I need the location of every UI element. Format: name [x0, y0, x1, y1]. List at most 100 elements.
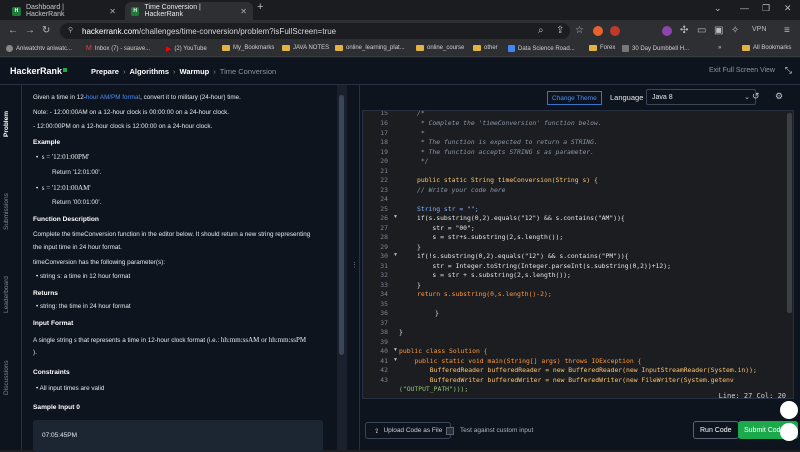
- code-line: s = str+s.substring(2,s.length());: [417, 233, 564, 241]
- fold-arrow-icon[interactable]: ▼: [393, 347, 398, 353]
- line-number: 38: [380, 328, 388, 336]
- bookmark-item[interactable]: 30 Day Dumbbell H...: [622, 45, 689, 52]
- bookmark-item[interactable]: online_course: [416, 45, 464, 51]
- fold-arrow-icon[interactable]: ▼: [393, 214, 398, 220]
- fold-arrow-icon[interactable]: ▼: [393, 357, 398, 363]
- site-info-icon[interactable]: ⚲: [68, 26, 73, 34]
- line-number: 24: [380, 195, 388, 203]
- run-code-button[interactable]: Run Code: [693, 421, 739, 439]
- pane-splitter[interactable]: ⋮: [347, 85, 360, 450]
- zoom-icon[interactable]: ⌕: [538, 25, 544, 36]
- tab-label: Dashboard | HackerRank: [25, 4, 65, 18]
- tab-search-icon[interactable]: ⌄: [714, 3, 722, 14]
- line-number: 26: [380, 214, 388, 222]
- bookmark-item[interactable]: other: [473, 45, 498, 51]
- close-tab-icon[interactable]: ✕: [240, 7, 247, 16]
- am-pm-link[interactable]: hour AM/PM format: [86, 94, 140, 101]
- breadcrumb-prepare[interactable]: Prepare: [91, 67, 119, 76]
- line-number: 33: [380, 280, 388, 289]
- line-number: 34: [380, 290, 388, 298]
- chevron-down-icon: ⌄: [744, 94, 750, 101]
- minimize-icon[interactable]: —: [740, 3, 749, 13]
- extensions-puzzle-icon[interactable]: ✣: [680, 25, 688, 36]
- bookmark-item[interactable]: JAVA NOTES: [282, 45, 329, 51]
- extension-icon[interactable]: [662, 26, 672, 36]
- hackerrank-favicon: H: [12, 6, 21, 16]
- line-number: 21: [380, 166, 388, 175]
- code-line: return s.substring(0,s.length()-2);: [417, 290, 552, 298]
- all-bookmarks-button[interactable]: All Bookmarks: [742, 45, 791, 51]
- tab-submissions[interactable]: Submissions: [3, 193, 10, 230]
- browser-tab-dashboard[interactable]: H Dashboard | HackerRank ✕: [6, 2, 122, 20]
- vpn-button[interactable]: VPN: [752, 26, 766, 33]
- editor-settings-icon[interactable]: ⚙: [775, 91, 783, 102]
- drag-handle-icon[interactable]: ⋮: [351, 261, 358, 269]
- hackerrank-logo[interactable]: HackerRank: [10, 66, 68, 76]
- tab-leaderboard[interactable]: Leaderboard: [3, 276, 10, 313]
- more-bookmarks-button[interactable]: »: [718, 45, 721, 51]
- collapse-icon[interactable]: ⤡: [785, 65, 792, 76]
- code-line: public class Solution {: [399, 347, 488, 355]
- breadcrumb-algorithms[interactable]: Algorithms: [129, 67, 169, 76]
- language-select[interactable]: Java 8 ⌄: [646, 89, 756, 105]
- bookmark-star-icon[interactable]: ☆: [575, 25, 584, 36]
- function-description-heading: Function Description: [33, 216, 99, 223]
- brave-shield-icon[interactable]: [593, 26, 603, 36]
- bookmark-item[interactable]: Aniwatchtv aniwatc...: [6, 45, 72, 52]
- breadcrumb-current: Time Conversion: [219, 67, 277, 76]
- exit-fullscreen-link[interactable]: Exit Full Screen View: [709, 67, 775, 74]
- sidebar-icon[interactable]: ▭: [697, 25, 706, 36]
- problem-scrollbar[interactable]: [337, 85, 347, 450]
- line-number: 42: [380, 366, 388, 374]
- parameter-item: • string s: a time in 12 hour format: [36, 273, 131, 280]
- breadcrumb-warmup[interactable]: Warmup: [180, 67, 210, 76]
- upload-code-button[interactable]: ⇪ Upload Code as File: [365, 422, 452, 439]
- new-tab-button[interactable]: +: [257, 1, 263, 13]
- forward-icon[interactable]: →: [25, 25, 35, 36]
- line-number: 19: [380, 147, 388, 156]
- hackerrank-favicon: H: [131, 6, 140, 16]
- back-icon[interactable]: ←: [8, 25, 18, 36]
- line-number: 16: [380, 119, 388, 127]
- fold-arrow-icon[interactable]: ▼: [393, 252, 398, 258]
- reset-code-icon[interactable]: ↺: [752, 91, 760, 102]
- line-number: 31: [380, 261, 388, 270]
- share-icon[interactable]: ⇪: [556, 25, 564, 36]
- hackerrank-header: HackerRank Prepare › Algorithms › Warmup › …: [0, 58, 800, 85]
- tab-discussions[interactable]: Discussions: [3, 360, 10, 395]
- browser-tab-time-conversion[interactable]: H Time Conversion | HackerRank ✕: [125, 2, 253, 20]
- editor-scrollbar[interactable]: [787, 113, 792, 313]
- browser-tab-strip: H Dashboard | HackerRank ✕ H Time Conver…: [0, 0, 800, 20]
- example-heading: Example: [33, 139, 61, 146]
- bookmark-item[interactable]: My_Bookmarks: [222, 45, 274, 51]
- line-number: 17: [380, 128, 388, 137]
- folder-icon: [282, 45, 290, 51]
- editor-actions: ⇪ Upload Code as File Test against custo…: [360, 412, 800, 450]
- tab-problem[interactable]: Problem: [3, 111, 10, 137]
- close-tab-icon[interactable]: ✕: [109, 7, 116, 16]
- bookmark-item[interactable]: ▶ (2) YouTube: [166, 45, 207, 53]
- bookmark-item[interactable]: M Inbox (7) - saurave...: [86, 45, 150, 52]
- code-line: if(!s.substring(0,2).equals("12") && s.c…: [417, 252, 629, 260]
- change-theme-button[interactable]: Change Theme: [547, 91, 602, 105]
- bookmark-item[interactable]: Data Science Road...: [508, 45, 575, 52]
- code-editor[interactable]: 15 16 17 18 19 20 21 22 23 24 25 26 27 2…: [362, 110, 794, 399]
- custom-input-checkbox[interactable]: [446, 427, 454, 435]
- floating-action-icon[interactable]: [780, 401, 798, 419]
- code-line: String str = "";: [417, 204, 479, 213]
- rewards-icon[interactable]: [610, 26, 620, 36]
- bookmark-item[interactable]: Forex: [589, 45, 615, 51]
- leo-icon[interactable]: ✧: [731, 25, 739, 36]
- bookmark-item[interactable]: online_learning_plat...: [335, 45, 405, 51]
- url-input[interactable]: ⚲ hackerrank.com/challenges/time-convers…: [60, 23, 570, 39]
- url-host: hackerrank.com: [82, 26, 139, 36]
- scrollbar-thumb[interactable]: [339, 95, 344, 355]
- floating-action-icon[interactable]: [780, 423, 798, 441]
- close-window-icon[interactable]: ✕: [784, 3, 792, 14]
- maximize-icon[interactable]: ❐: [762, 3, 770, 14]
- reload-icon[interactable]: ↻: [42, 25, 50, 36]
- line-number: 43: [380, 375, 388, 384]
- code-line: * The function is expected to return a S…: [417, 138, 598, 146]
- wallet-icon[interactable]: ▣: [714, 25, 723, 36]
- menu-icon[interactable]: ≡: [784, 25, 790, 36]
